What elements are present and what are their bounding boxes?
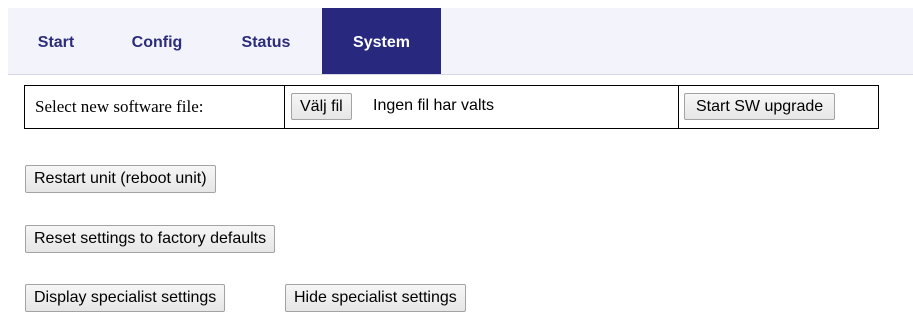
tab-config-label: Config: [131, 34, 183, 51]
tab-status[interactable]: Status: [210, 8, 322, 74]
choose-file-button[interactable]: Välj fil: [291, 93, 352, 120]
cell-divider: [284, 86, 285, 128]
tab-start[interactable]: Start: [8, 8, 104, 74]
tab-system-label: System: [353, 34, 410, 51]
tab-bar: Start Config Status System: [8, 8, 913, 75]
file-status-text: Ingen fil har valts: [373, 97, 494, 114]
reset-factory-defaults-button[interactable]: Reset settings to factory defaults: [25, 225, 276, 253]
tab-config[interactable]: Config: [104, 8, 210, 74]
tab-system[interactable]: System: [322, 8, 441, 74]
restart-unit-button[interactable]: Restart unit (reboot unit): [25, 165, 216, 193]
tab-start-label: Start: [37, 34, 75, 51]
tab-status-label: Status: [241, 34, 291, 51]
cell-divider: [678, 86, 679, 128]
hide-specialist-settings-button[interactable]: Hide specialist settings: [285, 284, 466, 312]
select-software-label: Select new software file:: [35, 97, 204, 116]
software-upgrade-form: Select new software file: Välj fil Ingen…: [24, 85, 879, 129]
start-sw-upgrade-button[interactable]: Start SW upgrade: [684, 93, 836, 120]
display-specialist-settings-button[interactable]: Display specialist settings: [25, 284, 226, 312]
